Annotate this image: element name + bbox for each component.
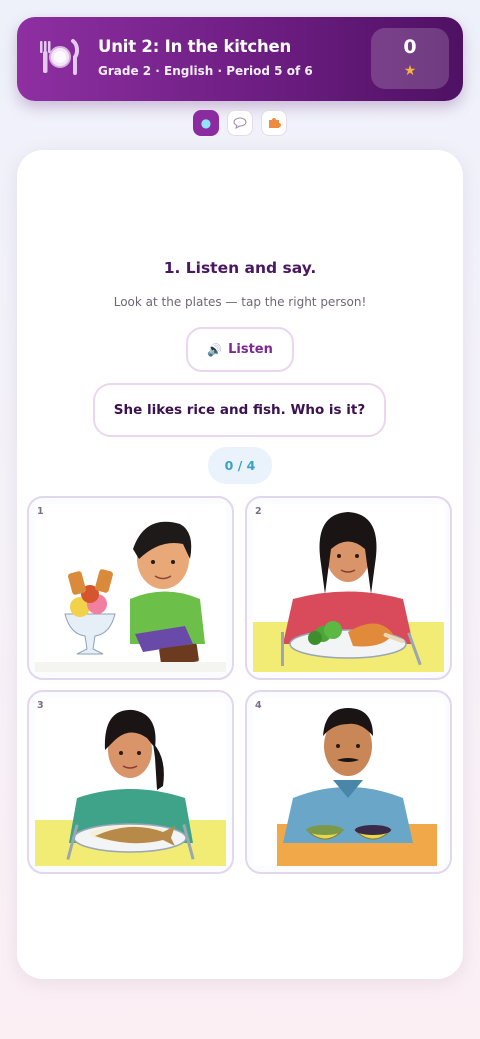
plate-icon [40,39,80,75]
choice-number: 2 [255,506,262,517]
tab-listen-mode[interactable]: ● [193,110,219,136]
answer-grid: 1 2 3 4 [27,496,453,874]
star-icon: ★ [403,63,417,79]
choice-card-3[interactable]: 3 [27,690,234,874]
score-value: 0 [403,36,417,58]
man-bowls-illustration [253,698,444,866]
choice-card-2[interactable]: 2 [245,496,452,680]
lesson-title: Unit 2: In the kitchen [98,37,292,56]
lesson-header: Unit 2: In the kitchen Grade 2 · English… [17,17,463,101]
choice-number: 3 [37,700,44,711]
girl-fish-illustration [35,698,226,866]
boy-ice-cream-illustration [35,504,226,672]
task-title: 1. Listen and say. [163,259,317,277]
puzzle-icon [269,118,281,128]
girl-chicken-illustration [253,504,444,672]
progress-counter: 0 / 4 [208,447,272,484]
tab-puzzle-mode[interactable] [261,110,287,136]
listen-button[interactable]: 🔊 Listen [186,327,294,372]
tab-speak-mode[interactable] [227,110,253,136]
choice-card-4[interactable]: 4 [245,690,452,874]
question-text: She likes rice and fish. Who is it? [93,383,386,437]
choice-number: 4 [255,700,262,711]
speech-bubble-icon [233,117,247,129]
choice-number: 1 [37,506,44,517]
listen-button-label: Listen [228,342,273,357]
task-hint: Look at the plates — tap the right perso… [113,295,367,309]
mode-tabs: ● [193,110,287,138]
dot-icon: ● [200,116,212,130]
speaker-icon: 🔊 [207,342,223,357]
lesson-subtitle: Grade 2 · English · Period 5 of 6 [98,64,313,78]
choice-card-1[interactable]: 1 [27,496,234,680]
exercise-card: 1. Listen and say. Look at the plates — … [17,150,463,979]
score-box: 0 ★ [371,28,449,89]
